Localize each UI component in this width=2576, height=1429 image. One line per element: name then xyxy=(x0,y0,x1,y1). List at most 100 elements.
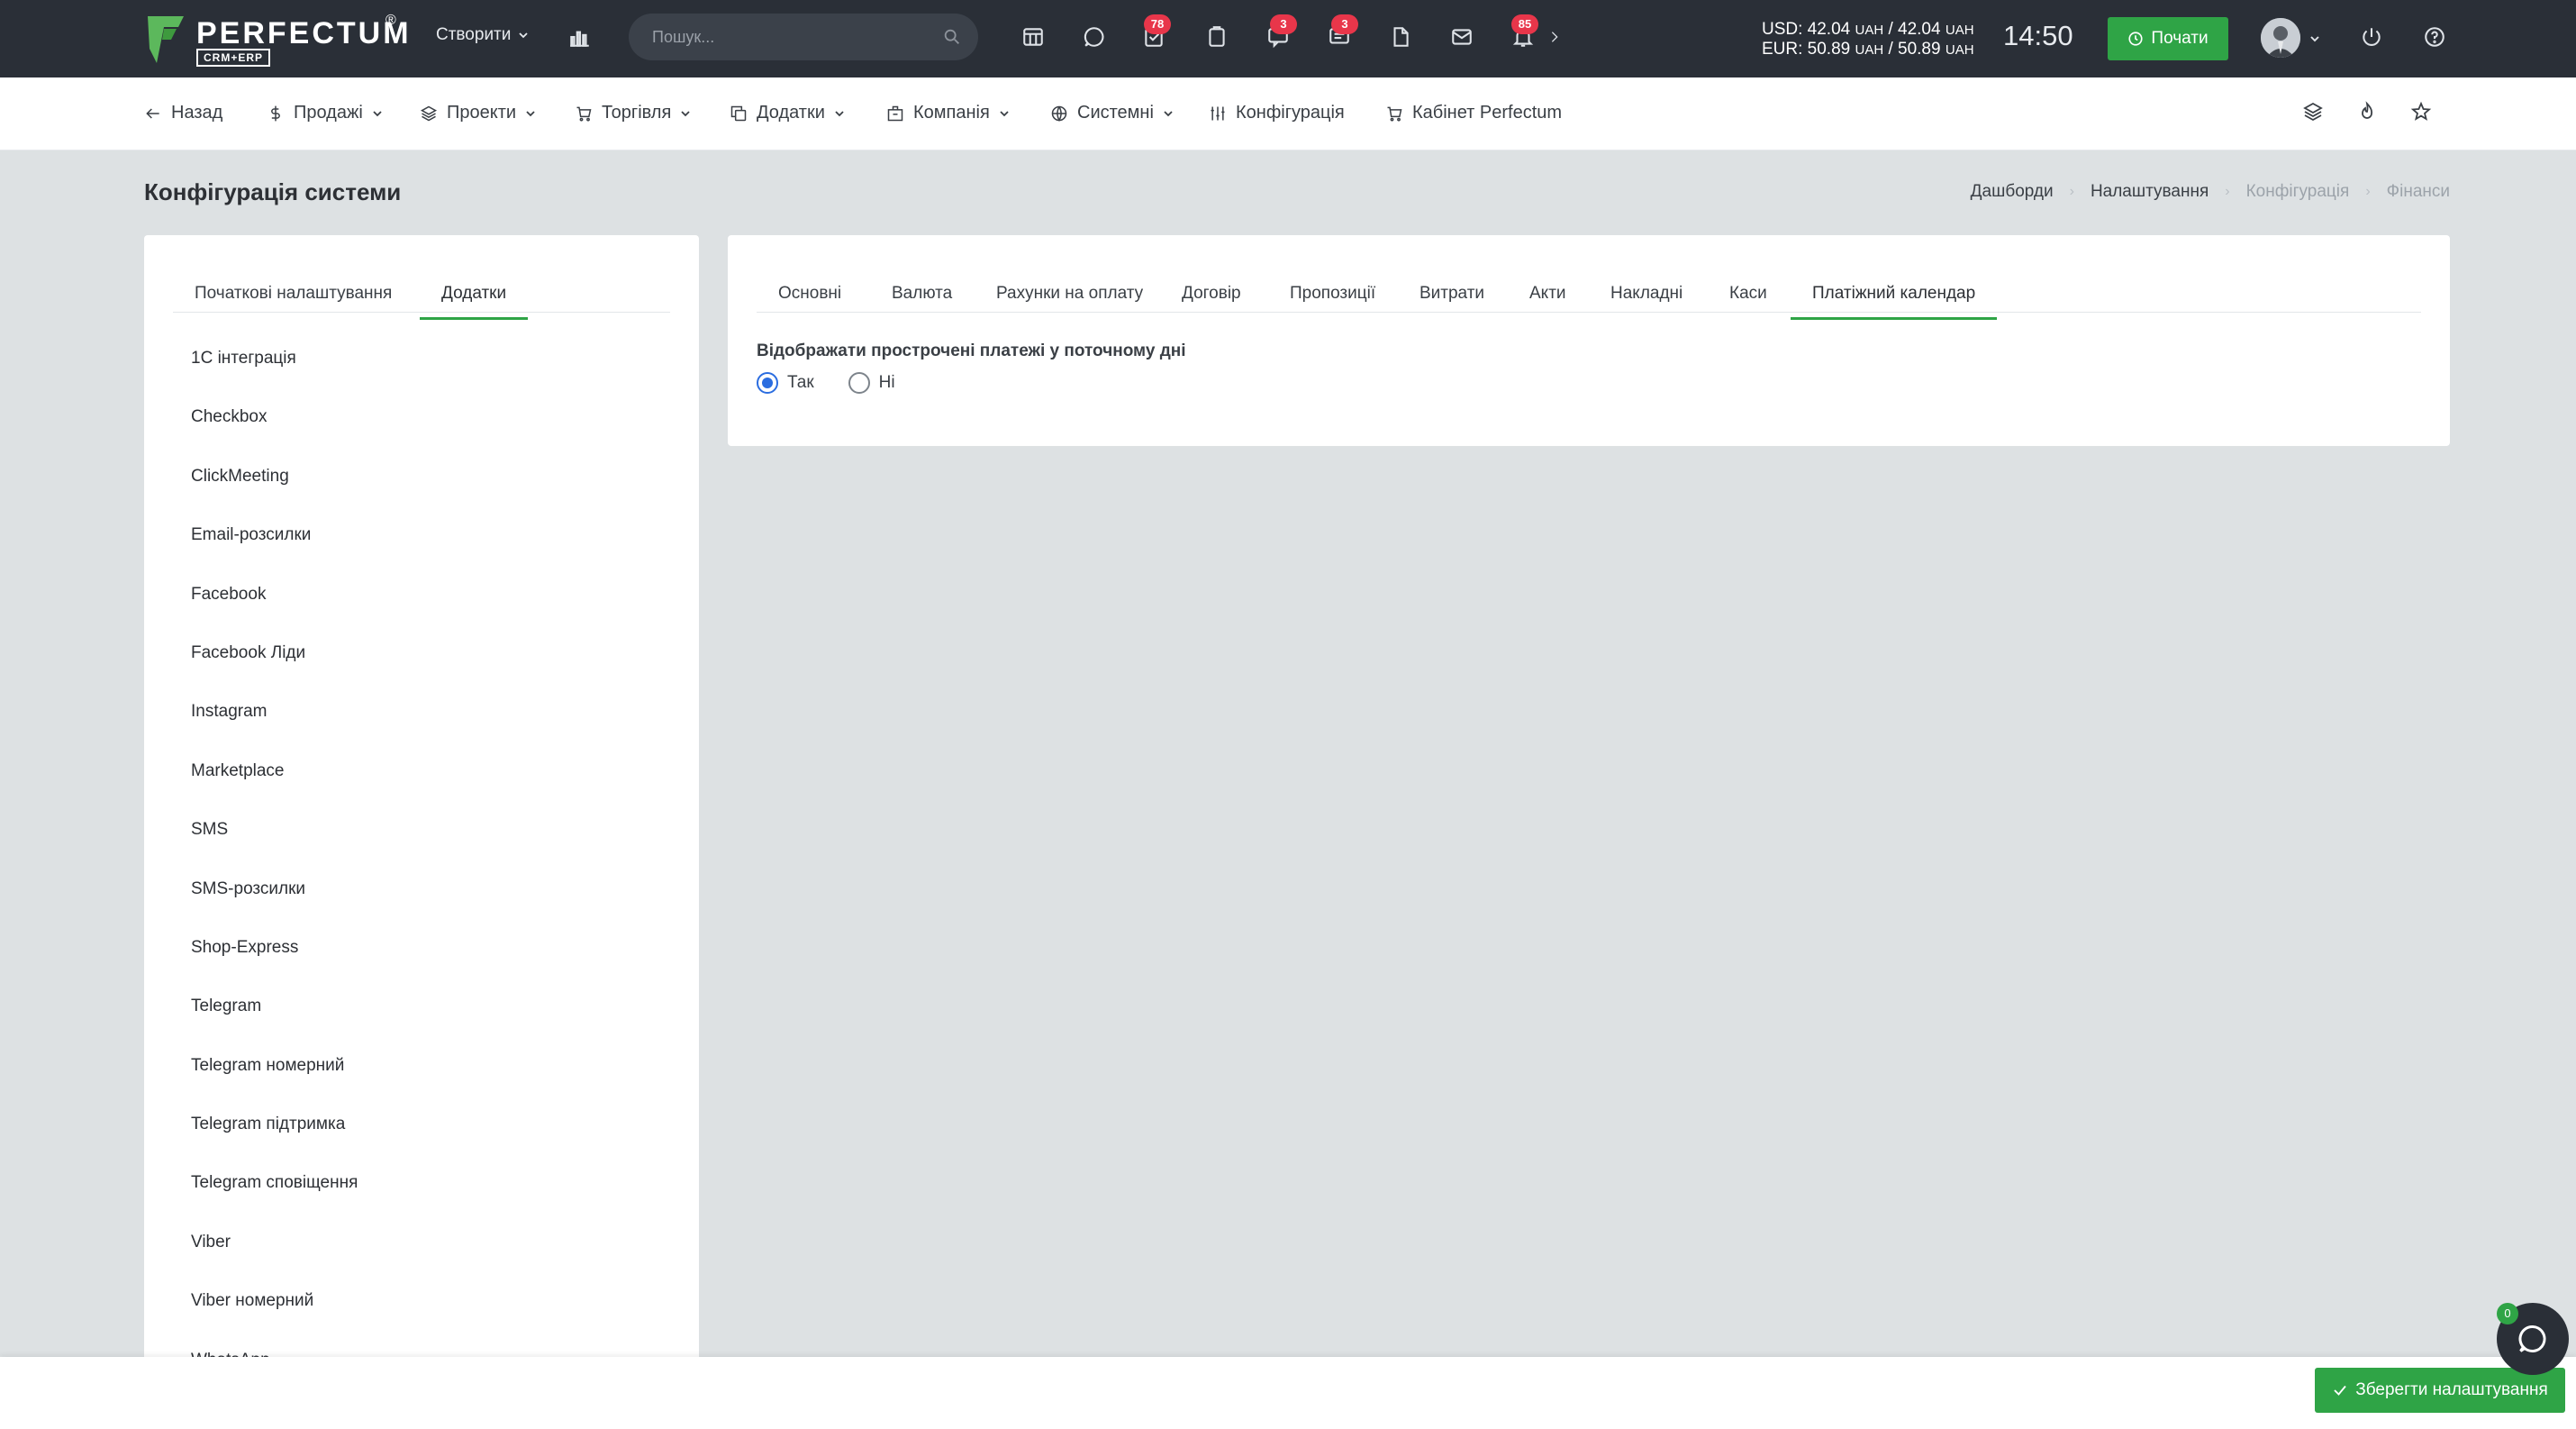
chat-icon[interactable] xyxy=(1081,23,1108,50)
tab-cash-desks[interactable]: Каси xyxy=(1729,284,1767,320)
addon-item-checkbox[interactable]: Checkbox xyxy=(191,407,358,466)
top-header: PERFECTUM CRM+ERP ® Створити 78 3 3 xyxy=(0,0,2576,77)
nav-config[interactable]: Конфігурація xyxy=(1209,103,1345,123)
addon-item-sms-mailing[interactable]: SMS-розсилки xyxy=(191,879,358,938)
breadcrumb-separator-icon: › xyxy=(2069,184,2074,199)
create-label: Створити xyxy=(436,25,512,44)
arrow-left-icon xyxy=(146,107,159,119)
tab-waybills[interactable]: Накладні xyxy=(1610,284,1683,320)
addon-item-marketplace[interactable]: Marketplace xyxy=(191,761,358,820)
power-icon[interactable] xyxy=(2358,23,2385,50)
tab-initial-settings[interactable]: Початкові налаштування xyxy=(173,284,413,320)
tab-currency[interactable]: Валюта xyxy=(892,284,952,320)
nav-projects-label: Проекти xyxy=(447,103,517,123)
sliders-icon xyxy=(1211,106,1225,120)
addon-item-telegram[interactable]: Telegram xyxy=(191,997,358,1055)
nav-addons[interactable]: Додатки xyxy=(730,103,845,123)
addon-item-facebook-leads[interactable]: Facebook Ліди xyxy=(191,643,358,702)
fire-icon[interactable] xyxy=(2356,101,2381,126)
page-title: Конфігурація системи xyxy=(144,178,402,205)
tab-acts[interactable]: Акти xyxy=(1529,284,1566,320)
start-timer-button[interactable]: Почати xyxy=(2108,17,2228,60)
nav-addons-label: Додатки xyxy=(757,103,825,123)
chevron-down-icon xyxy=(526,110,535,116)
nav-back-label: Назад xyxy=(171,103,223,123)
nav-back[interactable]: Назад xyxy=(144,103,222,123)
overdue-payments-label: Відображати прострочені платежі у поточн… xyxy=(757,341,1186,360)
sidebar-tabs: Початкові налаштування Додатки xyxy=(173,277,670,320)
tab-invoices[interactable]: Рахунки на оплату xyxy=(996,284,1143,320)
search-icon[interactable] xyxy=(942,27,962,47)
addon-item-telegram-support[interactable]: Telegram підтримка xyxy=(191,1115,358,1173)
addon-item-viber-number[interactable]: Viber номерний xyxy=(191,1291,358,1350)
tab-addons[interactable]: Додатки xyxy=(420,284,529,320)
user-avatar[interactable] xyxy=(2261,18,2300,58)
perfectum-logo[interactable]: PERFECTUM CRM+ERP ® xyxy=(144,13,409,67)
star-icon[interactable] xyxy=(2410,101,2435,126)
tab-proposals[interactable]: Пропозиції xyxy=(1290,284,1375,320)
addon-item-telegram-notify[interactable]: Telegram сповіщення xyxy=(191,1173,358,1232)
radio-yes-label[interactable]: Так xyxy=(787,373,814,393)
create-dropdown[interactable]: Створити xyxy=(436,25,529,45)
help-icon[interactable] xyxy=(2421,23,2448,50)
breadcrumb-separator-icon: › xyxy=(2365,184,2371,199)
save-settings-label: Зберегти налаштування xyxy=(2355,1380,2548,1399)
cart-icon xyxy=(576,106,592,122)
chevron-down-icon xyxy=(1000,110,1009,116)
nav-cabinet-label: Кабінет Perfectum xyxy=(1412,103,1563,123)
addon-item-1c[interactable]: 1С інтеграція xyxy=(191,349,358,407)
nav-cabinet[interactable]: Кабінет Perfectum xyxy=(1385,103,1562,123)
nav-system[interactable]: Системні xyxy=(1050,103,1174,123)
addons-list: 1С інтеграція Checkbox ClickMeeting Emai… xyxy=(191,349,358,1361)
messages-badge: 3 xyxy=(1331,14,1358,34)
global-search[interactable] xyxy=(629,14,978,60)
radio-no[interactable] xyxy=(848,372,870,394)
breadcrumb-settings[interactable]: Налаштування xyxy=(2091,182,2209,202)
nav-company[interactable]: Компанія xyxy=(886,103,1010,123)
layers-toggle-icon[interactable] xyxy=(2302,101,2327,126)
globe-icon xyxy=(1051,105,1067,122)
mail-icon[interactable] xyxy=(1448,23,1475,50)
calendar-grid-icon[interactable] xyxy=(1020,23,1047,50)
clipboard-icon[interactable] xyxy=(1203,23,1230,50)
tab-payment-calendar[interactable]: Платіжний календар xyxy=(1791,284,1998,320)
tasks-badge: 78 xyxy=(1144,14,1171,34)
logo-text: PERFECTUM xyxy=(196,16,412,50)
bar-chart-icon[interactable] xyxy=(567,23,594,50)
nav-sales[interactable]: Продажі xyxy=(267,103,383,123)
addon-item-facebook[interactable]: Facebook xyxy=(191,585,358,643)
addon-item-sms[interactable]: SMS xyxy=(191,820,358,878)
breadcrumb-separator-icon: › xyxy=(2225,184,2230,199)
breadcrumb-config: Конфігурація xyxy=(2245,182,2350,201)
addon-item-shop-express[interactable]: Shop-Express xyxy=(191,938,358,997)
shopping-cart-icon xyxy=(1387,106,1402,122)
addon-item-viber[interactable]: Viber xyxy=(191,1233,358,1291)
addon-item-instagram[interactable]: Instagram xyxy=(191,702,358,760)
radio-no-label[interactable]: Ні xyxy=(879,373,895,393)
addon-item-telegram-number[interactable]: Telegram номерний xyxy=(191,1056,358,1115)
support-chat-count: 0 xyxy=(2497,1303,2518,1324)
user-menu-chevron-icon[interactable] xyxy=(2308,25,2322,52)
nav-trade[interactable]: Торгівля xyxy=(575,103,691,123)
addon-item-email[interactable]: Email-розсилки xyxy=(191,525,358,584)
logo-subtitle: CRM+ERP xyxy=(196,49,271,67)
logo-mark-icon xyxy=(148,16,184,63)
radio-yes[interactable] xyxy=(757,372,778,394)
nav-config-label: Конфігурація xyxy=(1236,103,1345,123)
clock-time: 14:50 xyxy=(2003,20,2073,51)
chat-bubble-icon xyxy=(2518,1324,2546,1352)
nav-trade-label: Торгівля xyxy=(602,103,672,123)
chevron-right-icon[interactable] xyxy=(1546,23,1564,50)
tab-basic[interactable]: Основні xyxy=(778,284,841,320)
breadcrumb: Дашборди › Налаштування › Конфігурація ›… xyxy=(1971,182,2450,202)
tab-contract[interactable]: Договір xyxy=(1182,284,1241,320)
document-icon[interactable] xyxy=(1387,23,1414,50)
tab-expenses[interactable]: Витрати xyxy=(1420,284,1484,320)
nav-projects[interactable]: Проекти xyxy=(420,103,536,123)
search-input[interactable] xyxy=(652,14,922,60)
nav-system-label: Системні xyxy=(1077,103,1154,123)
finance-tabs: Основні Валюта Рахунки на оплату Договір… xyxy=(757,277,2421,320)
eur-rate: EUR: 50.89 UAH / 50.89 UAH xyxy=(1762,40,1974,59)
breadcrumb-dashboards[interactable]: Дашборди xyxy=(1971,182,2054,202)
addon-item-clickmeeting[interactable]: ClickMeeting xyxy=(191,467,358,525)
